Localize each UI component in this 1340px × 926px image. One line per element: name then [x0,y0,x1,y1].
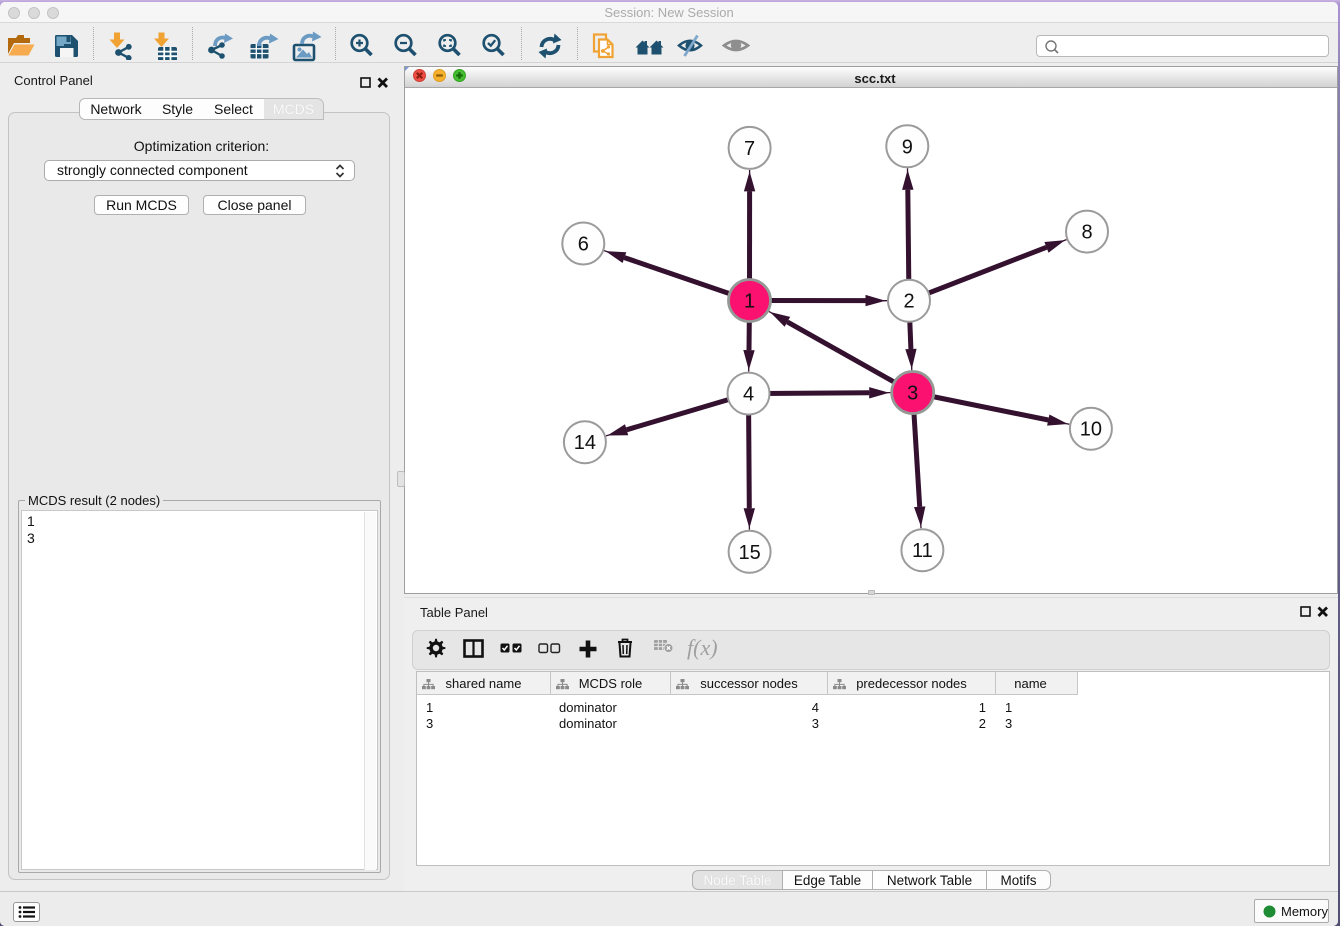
svg-text:11: 11 [912,540,933,562]
svg-text:10: 10 [1080,419,1102,441]
svg-text:7: 7 [744,138,755,160]
svg-text:9: 9 [902,136,913,158]
svg-text:3: 3 [907,383,918,405]
svg-text:1: 1 [744,291,755,313]
svg-text:2: 2 [903,291,914,313]
svg-text:6: 6 [578,234,589,256]
svg-text:4: 4 [743,384,754,406]
svg-text:8: 8 [1081,222,1092,244]
svg-text:15: 15 [738,542,760,564]
svg-text:14: 14 [574,432,596,454]
